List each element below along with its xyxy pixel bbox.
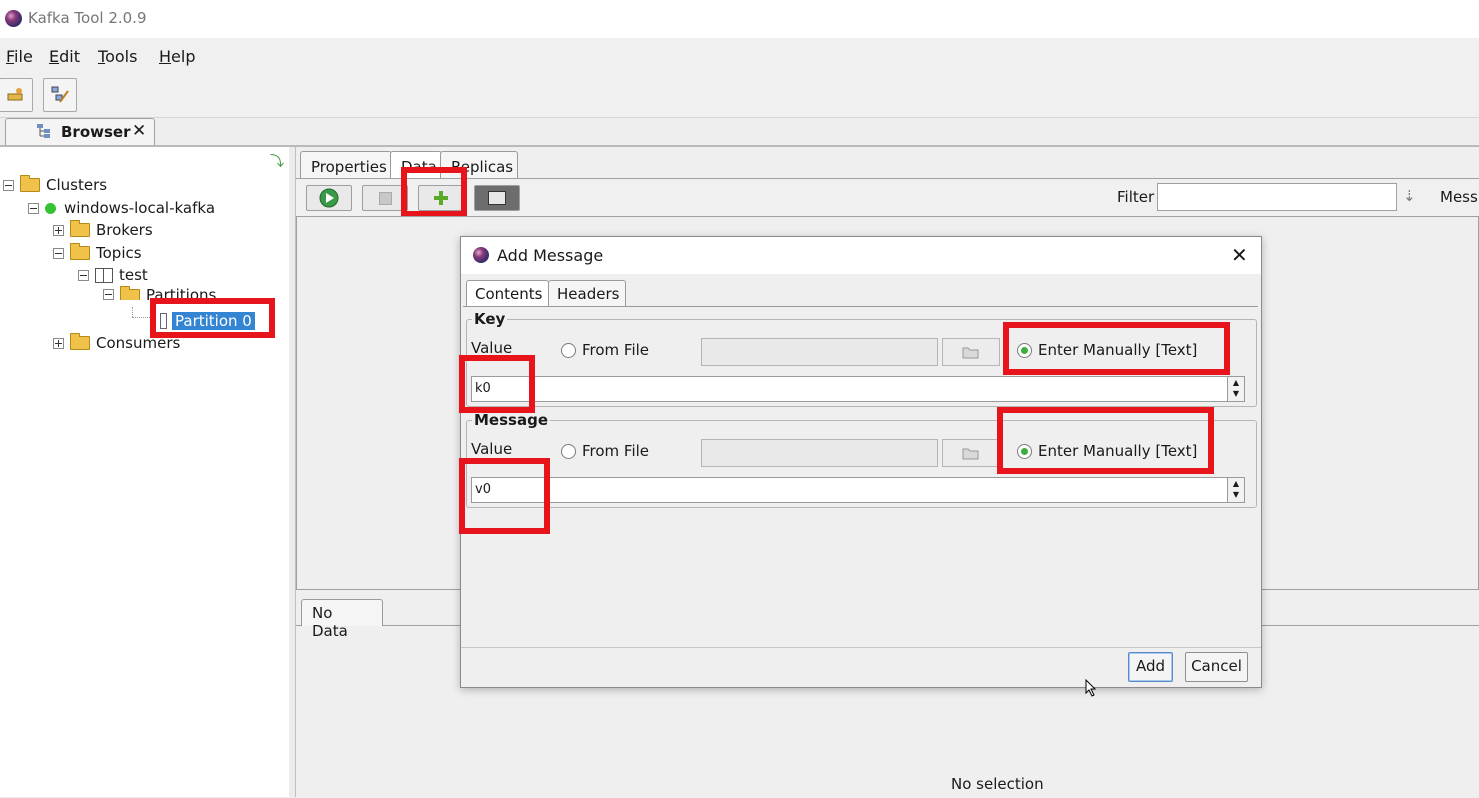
menu-file[interactable]: File xyxy=(6,47,33,66)
radio-icon xyxy=(561,443,576,459)
apply-filter-icon[interactable]: ⇣ xyxy=(1403,187,1416,205)
folder-icon xyxy=(962,347,979,359)
filter-label: Filter xyxy=(1117,188,1155,206)
add-cluster-icon xyxy=(7,88,23,101)
radio-label: From File xyxy=(582,341,650,359)
highlight-add-button xyxy=(401,167,467,217)
app-logo-icon xyxy=(473,247,489,263)
tree-label: Brokers xyxy=(96,221,153,239)
main-toolbar xyxy=(0,75,1479,118)
open-folder-icon xyxy=(70,243,90,260)
collapse-all-icon[interactable]: ⤵ xyxy=(270,151,284,171)
highlight-key-value xyxy=(459,355,535,413)
message-spinner[interactable]: ▲ ▼ xyxy=(1227,477,1245,503)
window-icon xyxy=(488,191,506,205)
play-icon xyxy=(319,188,339,208)
menu-bar: File Edit Tools Help xyxy=(0,38,1479,76)
tab-headers[interactable]: Headers xyxy=(548,280,626,307)
highlight-message-value xyxy=(459,458,550,534)
status-no-selection: No selection xyxy=(951,775,1044,793)
cluster-tree-panel: ⤵ Clusters windows-local-kafka Brokers T… xyxy=(0,147,290,797)
radio-icon xyxy=(561,342,576,358)
dialog-titlebar: Add Message ✕ xyxy=(461,237,1261,274)
tree-edit-icon xyxy=(51,86,69,103)
collapse-icon[interactable] xyxy=(53,247,64,259)
message-value-label: Value xyxy=(471,440,513,458)
key-browse-button xyxy=(942,338,1000,366)
message-file-path-input xyxy=(701,439,938,467)
messages-label: Mess xyxy=(1440,188,1478,206)
key-from-file-radio[interactable]: From File xyxy=(561,341,649,359)
dialog-footer-divider xyxy=(461,647,1261,648)
expand-icon[interactable] xyxy=(53,337,64,349)
connected-status-icon xyxy=(45,202,56,214)
key-group-label: Key xyxy=(472,310,508,328)
message-text-input[interactable]: v0 xyxy=(471,477,1229,503)
tab-divider xyxy=(463,306,1258,307)
window-titlebar: Kafka Tool 2.0.9 xyxy=(0,0,1479,38)
tree-label: test xyxy=(119,266,148,284)
key-file-path-input xyxy=(701,338,938,366)
edit-settings-button[interactable] xyxy=(43,78,77,112)
folder-icon xyxy=(70,220,90,237)
collapse-icon[interactable] xyxy=(78,269,89,281)
window-title: Kafka Tool 2.0.9 xyxy=(28,9,147,27)
highlight-partition xyxy=(150,298,275,338)
radio-label: From File xyxy=(582,442,650,460)
mouse-cursor-icon xyxy=(1085,679,1097,697)
open-folder-icon xyxy=(120,286,140,300)
tree-node-topics[interactable]: Topics xyxy=(53,242,142,264)
message-group-label: Message xyxy=(472,411,550,429)
tree-node-brokers[interactable]: Brokers xyxy=(53,219,153,241)
collapse-icon[interactable] xyxy=(28,202,39,214)
tree-node-clusters[interactable]: Clusters xyxy=(3,174,107,196)
tab-properties[interactable]: Properties xyxy=(300,151,392,178)
tree-node-topic-test[interactable]: test xyxy=(78,264,148,286)
folder-icon xyxy=(70,333,90,350)
highlight-key-enter-manually xyxy=(1003,322,1230,375)
filter-input[interactable] xyxy=(1157,183,1397,211)
key-text-input[interactable]: k0 xyxy=(471,376,1229,402)
menu-help[interactable]: Help xyxy=(159,47,195,66)
browser-tab-label: Browser xyxy=(61,123,131,141)
tree-label: Clusters xyxy=(46,176,108,194)
message-from-file-radio[interactable]: From File xyxy=(561,442,649,460)
cancel-button[interactable]: Cancel xyxy=(1185,652,1248,682)
tree-connector xyxy=(132,307,134,317)
menu-tools[interactable]: Tools xyxy=(98,47,137,66)
open-folder-icon xyxy=(20,175,40,192)
browser-tree-icon xyxy=(37,124,50,138)
add-button[interactable]: Add xyxy=(1128,652,1173,682)
dialog-title: Add Message xyxy=(497,246,604,265)
key-spinner[interactable]: ▲ ▼ xyxy=(1227,376,1245,402)
close-icon[interactable]: ✕ xyxy=(132,121,146,141)
stop-icon xyxy=(379,192,392,205)
view-message-button[interactable] xyxy=(474,185,520,211)
tab-contents[interactable]: Contents xyxy=(466,280,549,307)
close-icon[interactable]: ✕ xyxy=(1231,243,1248,267)
collapse-icon[interactable] xyxy=(103,289,114,300)
panel-splitter[interactable] xyxy=(289,147,296,797)
tree-node-cluster[interactable]: windows-local-kafka xyxy=(28,197,215,219)
retrieve-button[interactable] xyxy=(306,185,352,211)
message-browse-button xyxy=(942,439,1000,467)
menu-edit[interactable]: Edit xyxy=(49,47,80,66)
highlight-message-enter-manually xyxy=(997,407,1214,474)
tree-label: windows-local-kafka xyxy=(64,199,216,217)
add-cluster-button[interactable] xyxy=(0,78,33,112)
app-logo-icon xyxy=(5,10,22,27)
topic-book-icon xyxy=(95,267,113,283)
folder-icon xyxy=(962,448,979,460)
collapse-icon[interactable] xyxy=(3,179,14,191)
tab-browser[interactable]: Browser ✕ xyxy=(5,118,155,146)
tab-no-data[interactable]: No Data xyxy=(301,599,383,640)
expand-icon[interactable] xyxy=(53,224,64,236)
tree-label: Topics xyxy=(96,244,142,262)
